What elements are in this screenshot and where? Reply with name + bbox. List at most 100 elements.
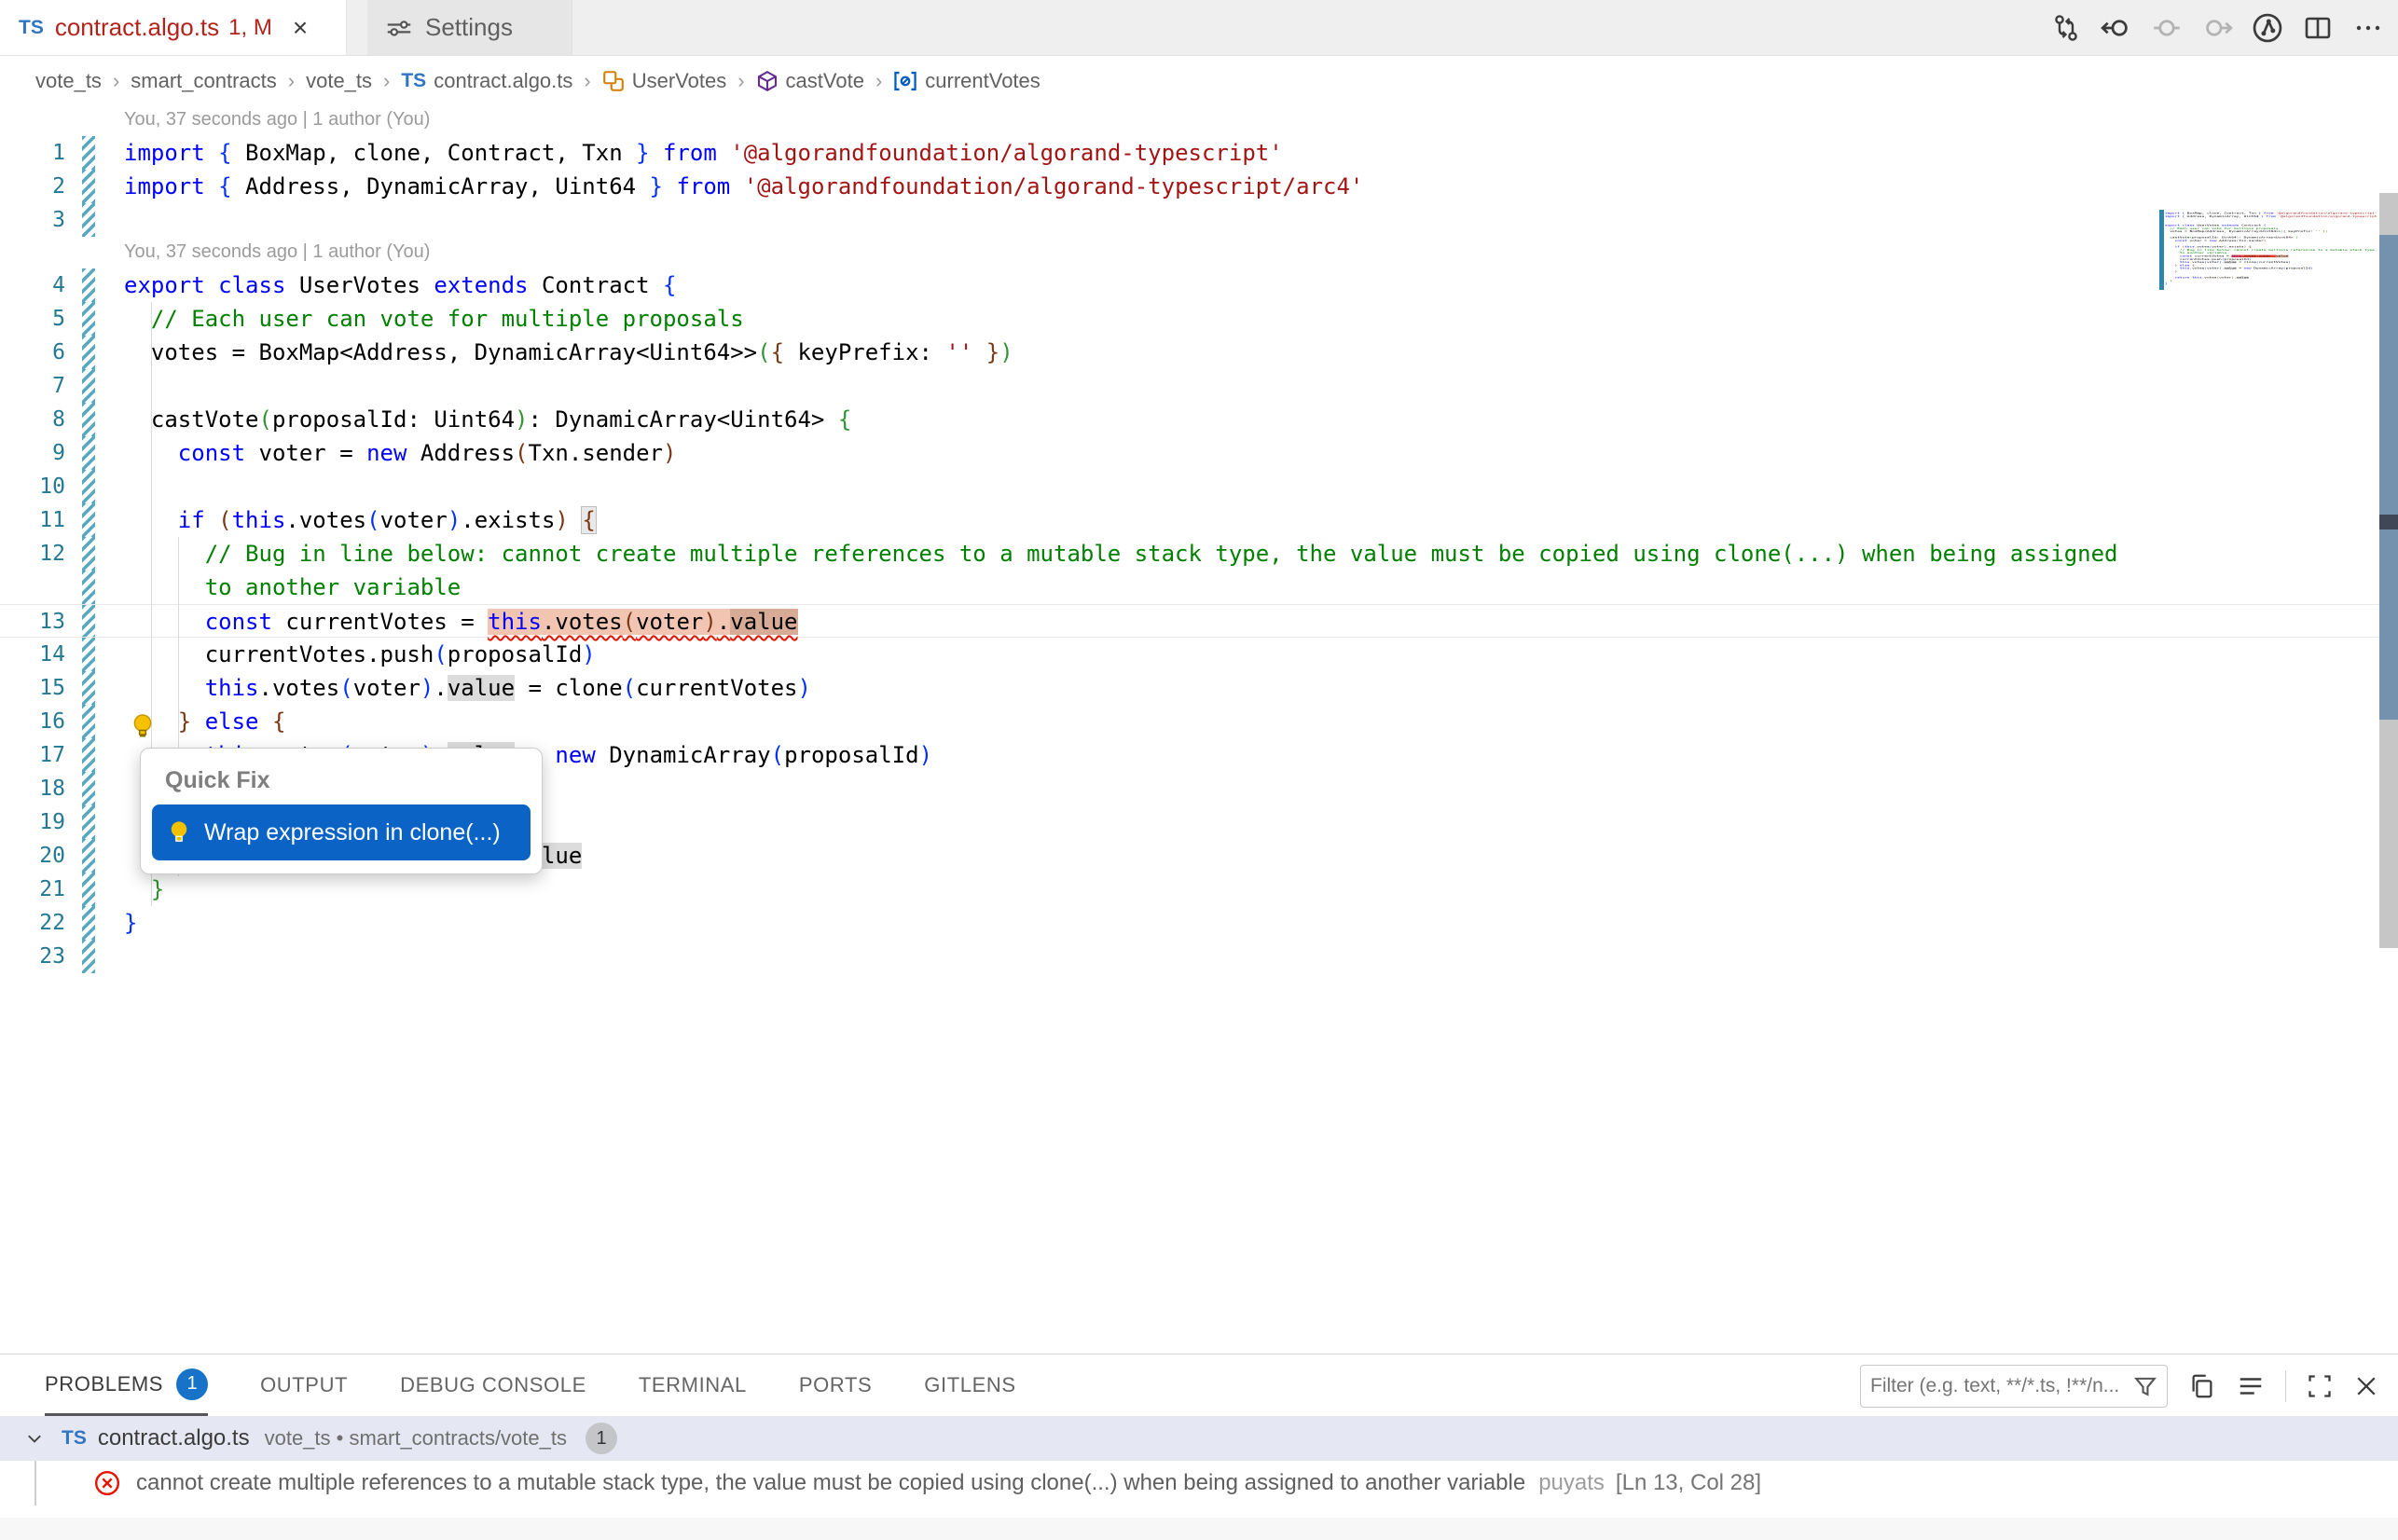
typescript-file-icon: TS xyxy=(19,17,44,39)
copy-all-icon[interactable] xyxy=(2188,1372,2216,1400)
tab-terminal[interactable]: TERMINAL xyxy=(639,1354,747,1416)
code-line[interactable]: 5 // Each user can vote for multiple pro… xyxy=(0,302,2379,336)
breadcrumb-item-variable[interactable]: currentVotes xyxy=(893,69,1041,93)
go-last-edit-disabled-icon xyxy=(2200,11,2234,45)
problems-file-name: contract.algo.ts xyxy=(98,1425,250,1451)
code-line[interactable]: 7 xyxy=(0,369,2379,403)
close-tab-icon[interactable]: × xyxy=(293,15,308,41)
code-line[interactable]: 10 xyxy=(0,470,2379,503)
error-message: cannot create multiple references to a m… xyxy=(136,1470,1525,1496)
open-changes-icon[interactable] xyxy=(2049,11,2083,45)
panel-actions xyxy=(1860,1362,2379,1410)
tab-gitlens[interactable]: GITLENS xyxy=(924,1354,1015,1416)
breadcrumb-separator: › xyxy=(737,69,744,93)
view-as-table-icon[interactable] xyxy=(2237,1372,2265,1400)
editor-tab-bar: TS contract.algo.ts 1, M × Settings xyxy=(0,0,2398,56)
problems-filter-input[interactable] xyxy=(1870,1375,2133,1397)
tab-problem-modified-badge: 1, M xyxy=(228,15,272,41)
code-line[interactable]: 14 currentVotes.push(proposalId) xyxy=(0,638,2379,671)
error-location: [Ln 13, Col 28] xyxy=(1616,1470,1761,1496)
typescript-file-icon: TS xyxy=(62,1427,87,1450)
problems-file-count-badge: 1 xyxy=(586,1423,617,1454)
minimap-modified-indicator xyxy=(2159,210,2164,290)
code-line[interactable]: 13 const currentVotes = this.votes(voter… xyxy=(0,604,2379,638)
breadcrumb: vote_ts › smart_contracts › vote_ts › TS… xyxy=(0,57,2398,104)
breadcrumb-separator: › xyxy=(113,69,119,93)
code-line[interactable]: 2import { Address, DynamicArray, Uint64 … xyxy=(0,170,2379,203)
tab-debug-console[interactable]: DEBUG CONSOLE xyxy=(400,1354,586,1416)
breadcrumb-item-file[interactable]: TS contract.algo.ts xyxy=(401,69,572,93)
quickfix-action-wrap-in-clone[interactable]: Wrap expression in clone(...) xyxy=(152,804,531,860)
code-line xyxy=(2165,285,2377,288)
tab-settings[interactable]: Settings xyxy=(367,0,572,55)
variable-symbol-icon xyxy=(893,69,917,93)
maximize-panel-icon[interactable] xyxy=(2307,1373,2333,1399)
code-line[interactable]: 6 votes = BoxMap<Address, DynamicArray<U… xyxy=(0,336,2379,369)
problems-file-path: vote_ts • smart_contracts/vote_ts xyxy=(265,1426,567,1451)
editor-actions xyxy=(2049,0,2385,56)
code-line[interactable]: 9 const voter = new Address(Txn.sender) xyxy=(0,436,2379,470)
problems-error-row[interactable]: cannot create multiple references to a m… xyxy=(0,1461,2398,1506)
vscode-window: TS contract.algo.ts 1, M × Settings xyxy=(0,0,2398,1540)
overview-ruler-modified-marks xyxy=(2379,235,2398,720)
tab-ports[interactable]: PORTS xyxy=(799,1354,872,1416)
split-editor-icon[interactable] xyxy=(2301,11,2335,45)
bottom-panel: PROBLEMS 1 OUTPUT DEBUG CONSOLE TERMINAL… xyxy=(0,1354,2398,1540)
problems-file-row[interactable]: TS contract.algo.ts vote_ts • smart_cont… xyxy=(0,1416,2398,1461)
breadcrumb-item-class[interactable]: UserVotes xyxy=(602,69,727,93)
breadcrumb-separator: › xyxy=(875,69,882,93)
chevron-down-icon[interactable] xyxy=(24,1428,45,1449)
run-or-debug-icon[interactable] xyxy=(2251,11,2284,45)
close-panel-icon[interactable] xyxy=(2353,1373,2379,1399)
tab-problems[interactable]: PROBLEMS 1 xyxy=(45,1354,208,1416)
breadcrumb-separator: › xyxy=(584,69,590,93)
settings-sliders-icon xyxy=(386,15,412,41)
typescript-file-icon: TS xyxy=(401,70,426,92)
class-symbol-icon xyxy=(602,70,625,92)
filter-funnel-icon[interactable] xyxy=(2133,1374,2157,1398)
quickfix-action-label: Wrap expression in clone(...) xyxy=(204,819,501,846)
breadcrumb-separator: › xyxy=(383,69,390,93)
error-icon xyxy=(93,1469,121,1497)
method-symbol-icon xyxy=(756,70,779,92)
quickfix-lightbulb-icon[interactable] xyxy=(129,712,157,740)
quickfix-header: Quick Fix xyxy=(141,749,542,794)
code-line[interactable]: 23 xyxy=(0,940,2379,973)
go-back-icon[interactable] xyxy=(2100,11,2133,45)
code-line[interactable]: 3 xyxy=(0,203,2379,237)
minimap-content: import { BoxMap, clone, Contract, Txn } … xyxy=(2165,209,2377,288)
more-actions-icon[interactable] xyxy=(2351,11,2385,45)
code-line[interactable]: 11 if (this.votes(voter).exists) { xyxy=(0,503,2379,537)
error-source: puyats xyxy=(1538,1470,1605,1496)
code-editor[interactable]: You, 37 seconds ago | 1 author (You)1imp… xyxy=(0,104,2398,1354)
breadcrumb-item-method[interactable]: castVote xyxy=(756,69,864,93)
minimap[interactable]: import { BoxMap, clone, Contract, Txn } … xyxy=(2165,209,2377,610)
code-line[interactable]: 1import { BoxMap, clone, Contract, Txn }… xyxy=(0,136,2379,170)
code-line[interactable]: 12 // Bug in line below: cannot create m… xyxy=(0,537,2379,571)
tab-contract-algo-ts[interactable]: TS contract.algo.ts 1, M × xyxy=(0,0,347,55)
code-line[interactable]: 21 } xyxy=(0,873,2379,906)
tab-output[interactable]: OUTPUT xyxy=(260,1354,348,1416)
breadcrumb-item[interactable]: vote_ts xyxy=(306,69,372,93)
panel-tab-bar: PROBLEMS 1 OUTPUT DEBUG CONSOLE TERMINAL… xyxy=(0,1354,2398,1416)
go-forward-disabled-icon xyxy=(2150,11,2184,45)
code-line[interactable]: 8 castVote(proposalId: Uint64): DynamicA… xyxy=(0,403,2379,436)
tab-label: Settings xyxy=(425,13,513,42)
code-line[interactable]: to another variable xyxy=(0,571,2379,604)
codelens-row[interactable]: You, 37 seconds ago | 1 author (You) xyxy=(0,237,2379,268)
panel-footer-strip xyxy=(0,1518,2398,1540)
breadcrumb-item[interactable]: vote_ts xyxy=(35,69,102,93)
overview-ruler-cursor-mark xyxy=(2379,515,2398,529)
tree-indent-guide xyxy=(34,1461,36,1506)
quickfix-popup: Quick Fix Wrap expression in clone(...) xyxy=(140,748,543,874)
lightbulb-icon xyxy=(165,818,193,846)
code-line[interactable]: 22} xyxy=(0,906,2379,940)
problems-filter xyxy=(1860,1365,2168,1408)
tab-label: contract.algo.ts xyxy=(55,13,219,42)
code-line[interactable]: 15 this.votes(voter).value = clone(curre… xyxy=(0,671,2379,705)
codelens-row[interactable]: You, 37 seconds ago | 1 author (You) xyxy=(0,104,2379,136)
code-line[interactable]: 4export class UserVotes extends Contract… xyxy=(0,268,2379,302)
breadcrumb-separator: › xyxy=(288,69,295,93)
breadcrumb-item[interactable]: smart_contracts xyxy=(131,69,277,93)
code-line[interactable]: 16 } else { xyxy=(0,705,2379,738)
